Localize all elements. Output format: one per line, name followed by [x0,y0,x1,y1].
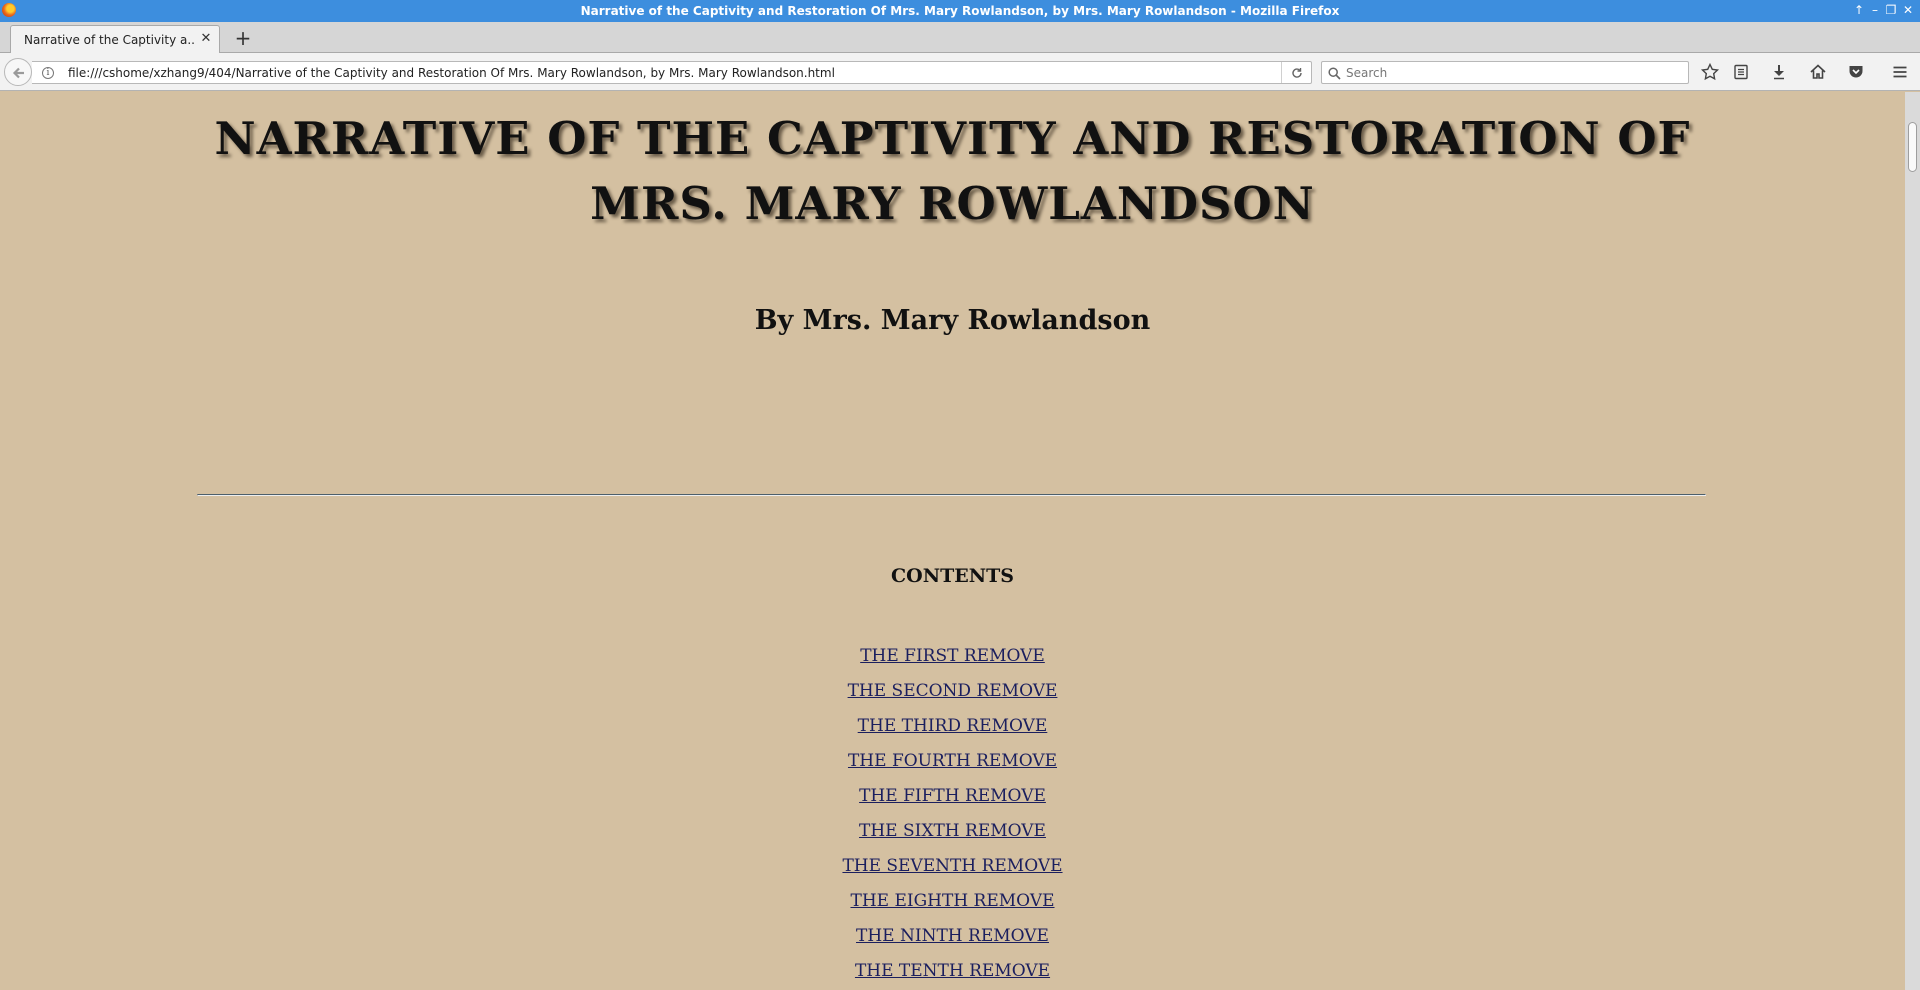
download-icon[interactable] [1769,62,1789,82]
nav-toolbar: i file:///cshome/xzhang9/404/Narrative o… [0,53,1920,91]
search-bar[interactable] [1321,61,1689,84]
toc-link-ninth-remove[interactable]: THE NINTH REMOVE [856,926,1049,946]
home-icon[interactable] [1808,62,1828,82]
window-minimize-icon[interactable]: – [1868,3,1882,17]
toc-item: THE SECOND REMOVE [200,673,1705,708]
new-tab-button[interactable]: + [232,27,254,49]
toc-link-second-remove[interactable]: THE SECOND REMOVE [848,681,1058,701]
reload-button[interactable] [1281,62,1311,83]
toc-link-eighth-remove[interactable]: THE EIGHTH REMOVE [850,891,1054,911]
back-arrow-icon [12,67,24,79]
window-restore-icon[interactable]: ❐ [1884,3,1898,17]
horizontal-rule [197,494,1706,496]
window-close-icon[interactable]: ✕ [1901,3,1915,17]
toc-item: THE FIFTH REMOVE [200,778,1705,813]
toc-item: THE FOURTH REMOVE [200,743,1705,778]
reading-list-icon[interactable] [1731,62,1751,82]
window-titlebar: Narrative of the Captivity and Restorati… [0,0,1920,22]
toc-item: THE TENTH REMOVE [200,953,1705,988]
tab-strip: Narrative of the Captivity a... ✕ + [0,22,1920,54]
toc-item: THE EIGHTH REMOVE [200,883,1705,918]
tab-active[interactable]: Narrative of the Captivity a... ✕ [10,25,220,54]
toc-link-tenth-remove[interactable]: THE TENTH REMOVE [855,961,1050,981]
toc-link-first-remove[interactable]: THE FIRST REMOVE [860,646,1045,666]
window-up-icon[interactable]: ↑ [1852,3,1866,17]
scrollbar-thumb[interactable] [1908,122,1917,172]
toc-item: THE SEVENTH REMOVE [200,848,1705,883]
pocket-icon[interactable] [1846,62,1866,82]
toc-link-fourth-remove[interactable]: THE FOURTH REMOVE [848,751,1057,771]
window-title: Narrative of the Captivity and Restorati… [580,4,1340,18]
search-icon [1328,67,1341,80]
search-input[interactable] [1346,64,1676,81]
toc-link-sixth-remove[interactable]: THE SIXTH REMOVE [859,821,1046,841]
toc-item: THE SIXTH REMOVE [200,813,1705,848]
table-of-contents: THE FIRST REMOVE THE SECOND REMOVE THE T… [200,638,1705,988]
tab-label: Narrative of the Captivity a... [24,33,194,47]
site-info-icon[interactable]: i [42,67,54,79]
toc-link-seventh-remove[interactable]: THE SEVENTH REMOVE [842,856,1062,876]
hamburger-menu-icon[interactable] [1890,62,1910,82]
back-button[interactable] [4,58,32,86]
bookmark-star-icon[interactable] [1700,62,1720,82]
url-text[interactable]: file:///cshome/xzhang9/404/Narrative of … [68,66,835,80]
tab-close-icon[interactable]: ✕ [199,32,213,46]
page-viewport: NARRATIVE OF THE CAPTIVITY AND RESTORATI… [0,92,1905,990]
toc-item: THE FIRST REMOVE [200,638,1705,673]
toc-link-third-remove[interactable]: THE THIRD REMOVE [858,716,1048,736]
toc-link-fifth-remove[interactable]: THE FIFTH REMOVE [859,786,1046,806]
contents-heading: CONTENTS [891,565,1014,587]
vertical-scrollbar[interactable] [1905,92,1920,990]
url-bar[interactable]: i file:///cshome/xzhang9/404/Narrative o… [32,61,1312,84]
book-author: By Mrs. Mary Rowlandson [754,305,1151,336]
toc-item: THE NINTH REMOVE [200,918,1705,953]
book-title: NARRATIVE OF THE CAPTIVITY AND RESTORATI… [214,112,1691,230]
toc-item: THE THIRD REMOVE [200,708,1705,743]
reload-icon [1292,68,1302,78]
